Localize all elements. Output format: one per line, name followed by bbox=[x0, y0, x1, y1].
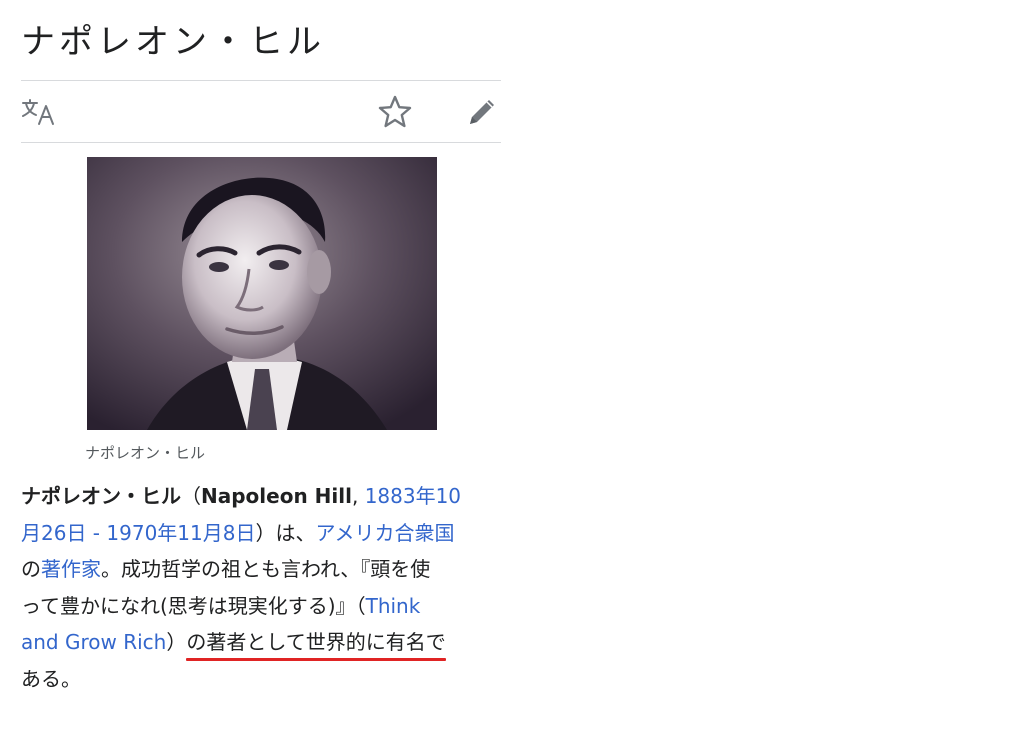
translate-icon bbox=[22, 99, 54, 125]
language-button[interactable] bbox=[21, 93, 59, 131]
death-date-link[interactable]: 1970年11月8日 bbox=[106, 521, 255, 545]
paren-open: （ bbox=[181, 484, 201, 508]
intro-text-6: ある。 bbox=[21, 666, 81, 691]
intro-line-6: ある。 bbox=[21, 661, 501, 698]
divider-bottom bbox=[21, 142, 501, 143]
intro-line-2: 月26日 - 1970年11月8日）は、アメリカ合衆国 bbox=[21, 515, 501, 552]
book-link-part-1[interactable]: Think bbox=[366, 594, 421, 618]
subject-name: ナポレオン・ヒル bbox=[21, 484, 181, 508]
intro-paragraph: ナポレオン・ヒル（Napoleon Hill, 1883年10 月26日 - 1… bbox=[21, 478, 501, 697]
watch-star-button[interactable] bbox=[376, 93, 414, 131]
intro-line-4: って豊かになれ(思考は現実化する)』（Think bbox=[21, 588, 501, 625]
pencil-icon bbox=[470, 100, 494, 124]
paren-close-wa: ）は、 bbox=[255, 520, 316, 545]
intro-line-5: and Grow Rich）の著者として世界的に有名で bbox=[21, 624, 501, 661]
highlight-underline bbox=[186, 658, 446, 661]
book-link-part-2[interactable]: and Grow Rich bbox=[21, 630, 166, 654]
comma-sep: , bbox=[351, 484, 365, 508]
page-title: ナポレオン・ヒル bbox=[21, 22, 325, 62]
particle-no: の bbox=[21, 557, 41, 581]
edit-button[interactable] bbox=[463, 93, 501, 131]
birth-date-link-part-1[interactable]: 1883年10 bbox=[365, 484, 461, 508]
intro-text-4: って豊かになれ(思考は現実化する)』（ bbox=[21, 593, 366, 618]
intro-text-5: ）の著者として世界的に有名で bbox=[166, 630, 446, 654]
author-link[interactable]: 著作家 bbox=[41, 557, 101, 581]
country-link[interactable]: アメリカ合衆国 bbox=[315, 521, 454, 545]
subject-latin-name: Napoleon Hill bbox=[201, 484, 352, 508]
intro-line-1: ナポレオン・ヒル（Napoleon Hill, 1883年10 bbox=[21, 478, 501, 515]
birth-date-link-part-2[interactable]: 月26日 bbox=[21, 521, 86, 545]
page-actions-toolbar bbox=[21, 81, 501, 142]
portrait-photo-graphic bbox=[87, 157, 437, 430]
intro-text-3: 。成功哲学の祖とも言われ、『頭を使 bbox=[101, 557, 431, 581]
date-dash: - bbox=[86, 520, 107, 545]
intro-line-3: の著作家。成功哲学の祖とも言われ、『頭を使 bbox=[21, 551, 501, 588]
star-icon bbox=[378, 95, 412, 128]
portrait-image[interactable] bbox=[87, 157, 437, 430]
image-caption: ナポレオン・ヒル bbox=[85, 444, 206, 462]
